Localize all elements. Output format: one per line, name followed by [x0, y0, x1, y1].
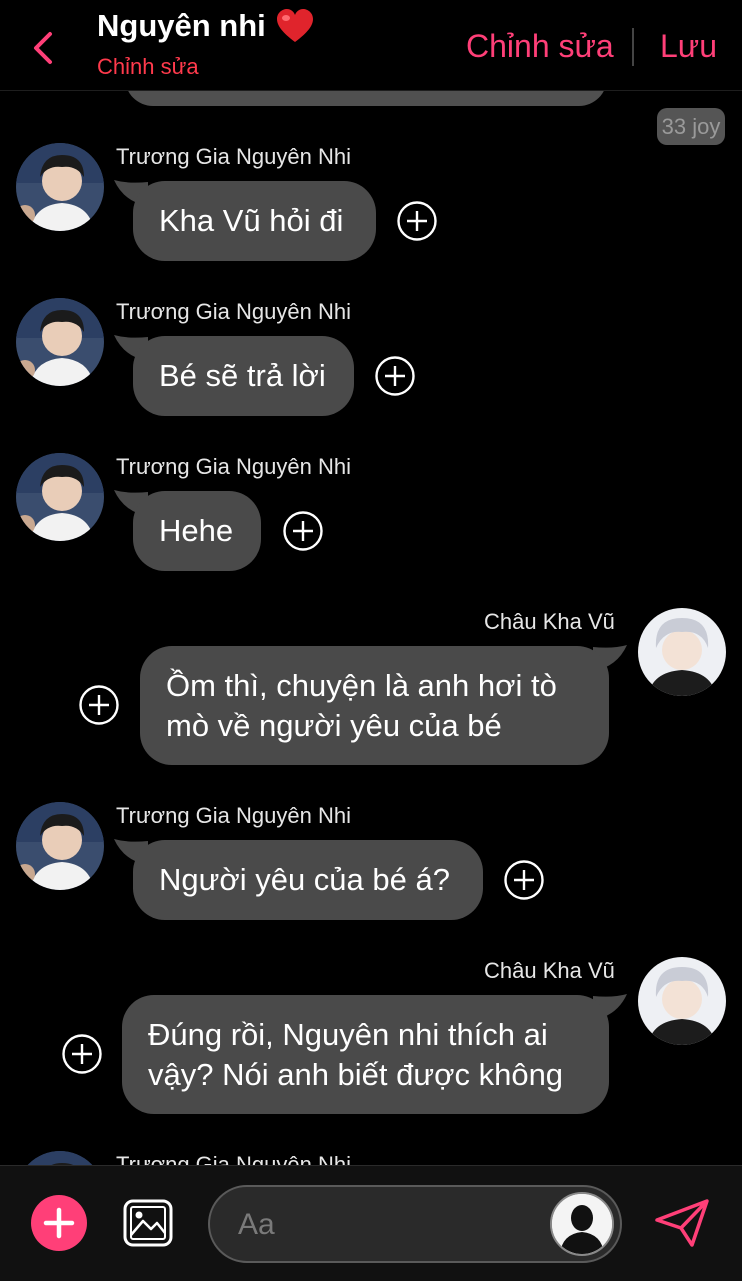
user-silhouette-icon — [552, 1194, 612, 1254]
sender-name: Trương Gia Nguyên Nhi — [116, 803, 351, 828]
add-reaction-icon[interactable] — [283, 511, 323, 551]
save-button[interactable]: Lưu — [660, 28, 717, 65]
add-reaction-icon[interactable] — [62, 1034, 102, 1074]
message-text: Kha Vũ hỏi đi — [159, 203, 344, 238]
message-text-line: mò về người yêu của bé — [166, 708, 502, 743]
avatar-nguyen-nhi[interactable] — [16, 298, 104, 386]
chat-screen: 33 joy Trương Gia Nguyên Nhi Kha Vũ hỏi … — [0, 0, 742, 1281]
header-divider — [632, 28, 634, 66]
conversation-title-group: Nguyên nhi Chỉnh sửa — [97, 8, 314, 80]
add-reaction-icon[interactable] — [397, 201, 437, 241]
sender-name: Trương Gia Nguyên Nhi — [116, 454, 351, 479]
message-input-box[interactable] — [208, 1185, 622, 1263]
message-input[interactable] — [236, 1201, 540, 1249]
add-button[interactable] — [31, 1195, 87, 1251]
message-list[interactable]: 33 joy Trương Gia Nguyên Nhi Kha Vũ hỏi … — [0, 0, 742, 1165]
back-chevron-icon[interactable] — [28, 28, 62, 68]
message-text: Hehe — [159, 513, 234, 548]
message-text: Bé sẽ trả lời — [159, 358, 326, 393]
header-subtitle[interactable]: Chỉnh sửa — [97, 54, 314, 80]
sender-avatar-selector[interactable] — [550, 1192, 614, 1256]
message-text-line: Ồm thì, chuyện là anh hơi tò — [166, 668, 557, 703]
conversation-name: Nguyên nhi — [97, 8, 266, 43]
message-bubble[interactable]: Hehe — [133, 491, 261, 571]
send-icon[interactable] — [654, 1198, 710, 1248]
message-bubble[interactable]: Đúng rồi, Nguyên nhi thích ai vậy? Nói a… — [122, 995, 609, 1114]
avatar-nguyen-nhi[interactable] — [16, 802, 104, 890]
message-bubble[interactable]: Người yêu của bé á? — [133, 840, 483, 920]
message-text: Người yêu của bé á? — [159, 862, 450, 897]
sender-name: Trương Gia Nguyên Nhi — [116, 299, 351, 324]
chat-header: Nguyên nhi Chỉnh sửa Chỉnh sửa Lưu — [0, 0, 742, 91]
avatar-nguyen-nhi[interactable] — [16, 1151, 104, 1165]
conversation-title: Nguyên nhi — [97, 8, 314, 44]
time-badge: 33 joy — [657, 108, 725, 145]
edit-button[interactable]: Chỉnh sửa — [466, 28, 614, 65]
avatar-chau-kha-vu[interactable] — [638, 957, 726, 1045]
sender-name: Châu Kha Vũ — [484, 609, 615, 634]
add-reaction-icon[interactable] — [504, 860, 544, 900]
avatar-chau-kha-vu[interactable] — [638, 608, 726, 696]
message-text-line: vậy? Nói anh biết được không — [148, 1057, 564, 1092]
sender-name: Châu Kha Vũ — [484, 958, 615, 983]
message-bubble[interactable]: Kha Vũ hỏi đi — [133, 181, 376, 261]
sender-name: Trương Gia Nguyên Nhi — [116, 1152, 351, 1165]
add-reaction-icon[interactable] — [79, 685, 119, 725]
avatar-nguyen-nhi[interactable] — [16, 143, 104, 231]
image-icon[interactable] — [123, 1199, 173, 1247]
avatar-nguyen-nhi[interactable] — [16, 453, 104, 541]
add-reaction-icon[interactable] — [375, 356, 415, 396]
sender-name: Trương Gia Nguyên Nhi — [116, 144, 351, 169]
heart-icon — [276, 9, 313, 42]
plus-icon — [43, 1207, 75, 1239]
composer-bar — [0, 1165, 742, 1281]
message-bubble[interactable]: Ồm thì, chuyện là anh hơi tò mò về người… — [140, 646, 609, 765]
message-bubble[interactable]: Bé sẽ trả lời — [133, 336, 354, 416]
message-text-line: Đúng rồi, Nguyên nhi thích ai — [148, 1017, 548, 1052]
